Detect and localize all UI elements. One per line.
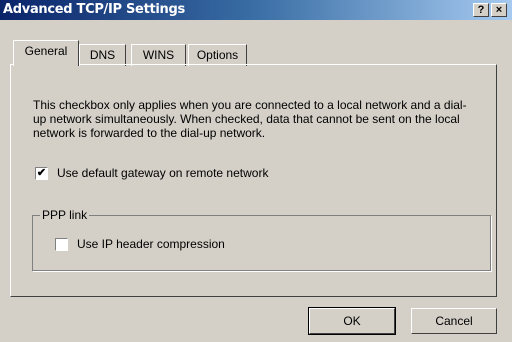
tab-options[interactable]: Options [188,44,247,66]
help-button[interactable]: ? [473,3,489,17]
ip-header-compression-label[interactable]: Use IP header compression [77,237,225,251]
tab-wins[interactable]: WINS [131,44,186,66]
ip-header-compression-checkbox[interactable] [55,238,68,251]
title-bar: Advanced TCP/IP Settings ? × [0,0,512,20]
default-gateway-checkbox[interactable]: ✔ [35,167,48,180]
description-text: This checkbox only applies when you are … [33,98,467,140]
tab-dns[interactable]: DNS [79,44,126,66]
default-gateway-label[interactable]: Use default gateway on remote network [57,166,268,180]
ok-button[interactable]: OK [308,307,396,335]
tab-general[interactable]: General [13,40,79,66]
close-button[interactable]: × [491,3,507,17]
cancel-button[interactable]: Cancel [411,308,497,334]
ppp-link-label: PPP link [40,208,90,222]
window-title: Advanced TCP/IP Settings [3,2,185,17]
